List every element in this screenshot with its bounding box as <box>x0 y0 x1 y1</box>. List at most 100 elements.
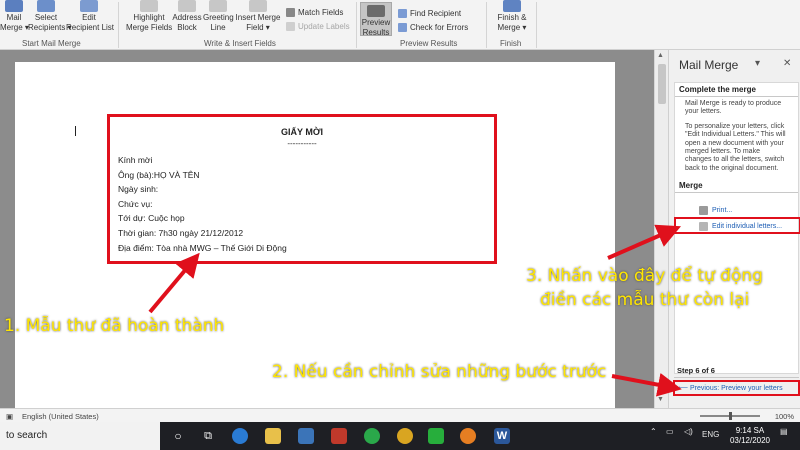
letter-dashes: ----------- <box>287 139 317 148</box>
match-fields-icon <box>286 8 295 17</box>
write-group-label: Write & Insert Fields <box>204 39 276 48</box>
app-icon[interactable] <box>364 428 380 444</box>
pane-title: Mail Merge <box>679 58 739 72</box>
finish-merge-button[interactable]: Finish & Merge ▾ <box>494 0 530 33</box>
pane-options-icon[interactable]: ▾ <box>755 58 760 69</box>
highlight-label: Highlight Merge Fields <box>126 13 173 32</box>
personalize-text: To personalize your letters, click "Edit… <box>685 122 786 172</box>
select-recipients-button[interactable]: Select Recipients ▾ <box>28 0 72 33</box>
merge-section-heading: Merge <box>675 179 798 194</box>
network-icon[interactable]: ▭ <box>666 427 674 436</box>
merged-letter[interactable]: GIẤY MỜI ----------- Kính mời Ông (bà):H… <box>107 114 497 264</box>
time: 9:14 SA <box>735 426 765 435</box>
highlight-icon <box>140 0 158 12</box>
address-block-icon <box>178 0 196 12</box>
step-section: Step 6 of 6 ⟵ Previous: Preview your let… <box>673 364 800 396</box>
insert-field-icon <box>249 0 267 12</box>
highlight-merge-fields-button[interactable]: Highlight Merge Fields <box>126 0 172 33</box>
line-icon[interactable] <box>428 428 444 444</box>
document-page[interactable]: GIẤY MỜI ----------- Kính mời Ông (bà):H… <box>15 62 615 408</box>
finish-group-label: Finish <box>500 39 522 48</box>
finish-merge-label: Finish & Merge ▾ <box>497 13 527 32</box>
document-area: GIẤY MỜI ----------- Kính mời Ông (bà):H… <box>0 50 668 408</box>
language-indicator[interactable]: English (United States) <box>22 412 99 421</box>
previous-step-link[interactable]: ⟵ Previous: Preview your letters <box>673 380 800 396</box>
match-fields-label: Match Fields <box>298 8 344 17</box>
file-explorer-icon[interactable] <box>265 428 281 444</box>
separator <box>356 2 357 48</box>
letter-line: Thời gian: 7h30 ngày 21/12/2012 <box>118 227 244 238</box>
separator <box>536 2 537 48</box>
edge-icon[interactable] <box>232 428 248 444</box>
ribbon: Mail Merge ▾ Select Recipients ▾ Edit Re… <box>0 0 800 50</box>
find-recipient-button[interactable]: Find Recipient <box>398 9 461 18</box>
address-block-button[interactable]: Address Block <box>172 0 202 33</box>
clock[interactable]: 9:14 SA 03/12/2020 <box>730 426 770 446</box>
letter-line: Kính mời <box>118 155 153 165</box>
print-link[interactable]: Print... <box>699 206 732 215</box>
match-fields-button[interactable]: Match Fields <box>286 8 343 17</box>
check-errors-label: Check for Errors <box>410 23 469 32</box>
preview-group-label: Preview Results <box>400 39 458 48</box>
task-view-icon[interactable]: ⧉ <box>200 428 216 444</box>
text-cursor <box>75 126 76 136</box>
letter-title: GIẤY MỜI <box>280 127 324 137</box>
annotation-finished-letter: 1. Mẫu thư đã hoàn thành <box>4 316 225 336</box>
letter-line: Chức vụ: <box>118 198 153 209</box>
zoom-slider-knob[interactable] <box>729 412 732 420</box>
find-recipient-icon <box>398 9 407 18</box>
annotation-edit-line1: 3. Nhấn vào đây để tự động <box>526 266 763 286</box>
update-labels-label: Update Labels <box>298 22 350 31</box>
update-labels-button[interactable]: Update Labels <box>286 22 350 31</box>
tray-arrow-icon[interactable]: ⌃ <box>650 427 657 436</box>
check-errors-button[interactable]: Check for Errors <box>398 23 468 32</box>
print-label: Print... <box>712 207 733 214</box>
scroll-down-icon[interactable]: ▼ <box>657 396 664 403</box>
start-group-label: Start Mail Merge <box>22 39 81 48</box>
cortana-icon[interactable]: ○ <box>170 428 186 444</box>
finish-merge-icon <box>503 0 521 12</box>
printer-icon <box>699 206 708 215</box>
letter-line: Địa điểm: Tòa nhà MWG – Thế Giới Di Động <box>118 242 287 253</box>
greeting-line-icon <box>209 0 227 12</box>
taskbar: to search ○ ⧉ W ⌃ ▭ ◁) ENG 9:14 SA 03/12… <box>0 422 800 450</box>
vertical-scrollbar[interactable]: ▲ ▼ <box>654 50 668 408</box>
volume-icon[interactable]: ◁) <box>684 427 693 436</box>
scroll-up-icon[interactable]: ▲ <box>657 52 664 59</box>
edit-recipient-list-button[interactable]: Edit Recipient List <box>66 0 115 33</box>
annotation-previous-steps: 2. Nếu cần chỉnh sửa những bước trước <box>272 362 607 382</box>
word-icon[interactable]: W <box>494 428 510 444</box>
greeting-line-button[interactable]: Greeting Line <box>203 0 234 33</box>
recipients-icon <box>37 0 55 12</box>
close-icon[interactable]: ✕ <box>783 58 791 69</box>
address-block-label: Address Block <box>172 13 202 32</box>
letter-line: Tới dự: Cuộc họp <box>118 213 185 224</box>
find-recipient-label: Find Recipient <box>410 9 462 18</box>
zoom-level[interactable]: 100% <box>775 412 794 421</box>
update-labels-icon <box>286 22 295 31</box>
proofing-icon[interactable]: ▣ <box>6 412 13 421</box>
letter-line: Ông (bà):HỌ VÀ TÊN <box>118 169 200 180</box>
preview-results-label: Preview Results <box>361 18 391 37</box>
separator <box>486 2 487 48</box>
preview-results-button[interactable]: Preview Results <box>360 2 392 37</box>
edit-recipient-list-label: Edit Recipient List <box>66 13 115 32</box>
app-icon[interactable] <box>460 428 476 444</box>
app-icon[interactable] <box>331 428 347 444</box>
separator <box>118 2 119 48</box>
preview-icon <box>367 5 385 17</box>
mail-icon[interactable] <box>298 428 314 444</box>
insert-merge-field-button[interactable]: Insert Merge Field ▾ <box>234 0 282 33</box>
start-mail-merge-button[interactable]: Mail Merge ▾ <box>0 0 29 33</box>
insert-merge-field-label: Insert Merge Field ▾ <box>235 13 281 32</box>
input-language[interactable]: ENG <box>702 430 719 439</box>
annotation-edit-line2: điền các mẫu thư còn lại <box>540 290 750 310</box>
chrome-icon[interactable] <box>397 428 413 444</box>
edit-list-icon <box>80 0 98 12</box>
scroll-thumb[interactable] <box>658 64 666 104</box>
notifications-icon[interactable]: ▤ <box>780 427 788 436</box>
previous-step-label: Previous: Preview your letters <box>689 385 783 392</box>
step-label: Step 6 of 6 <box>674 364 799 378</box>
date: 03/12/2020 <box>729 436 770 445</box>
taskbar-search[interactable]: to search <box>0 422 160 450</box>
